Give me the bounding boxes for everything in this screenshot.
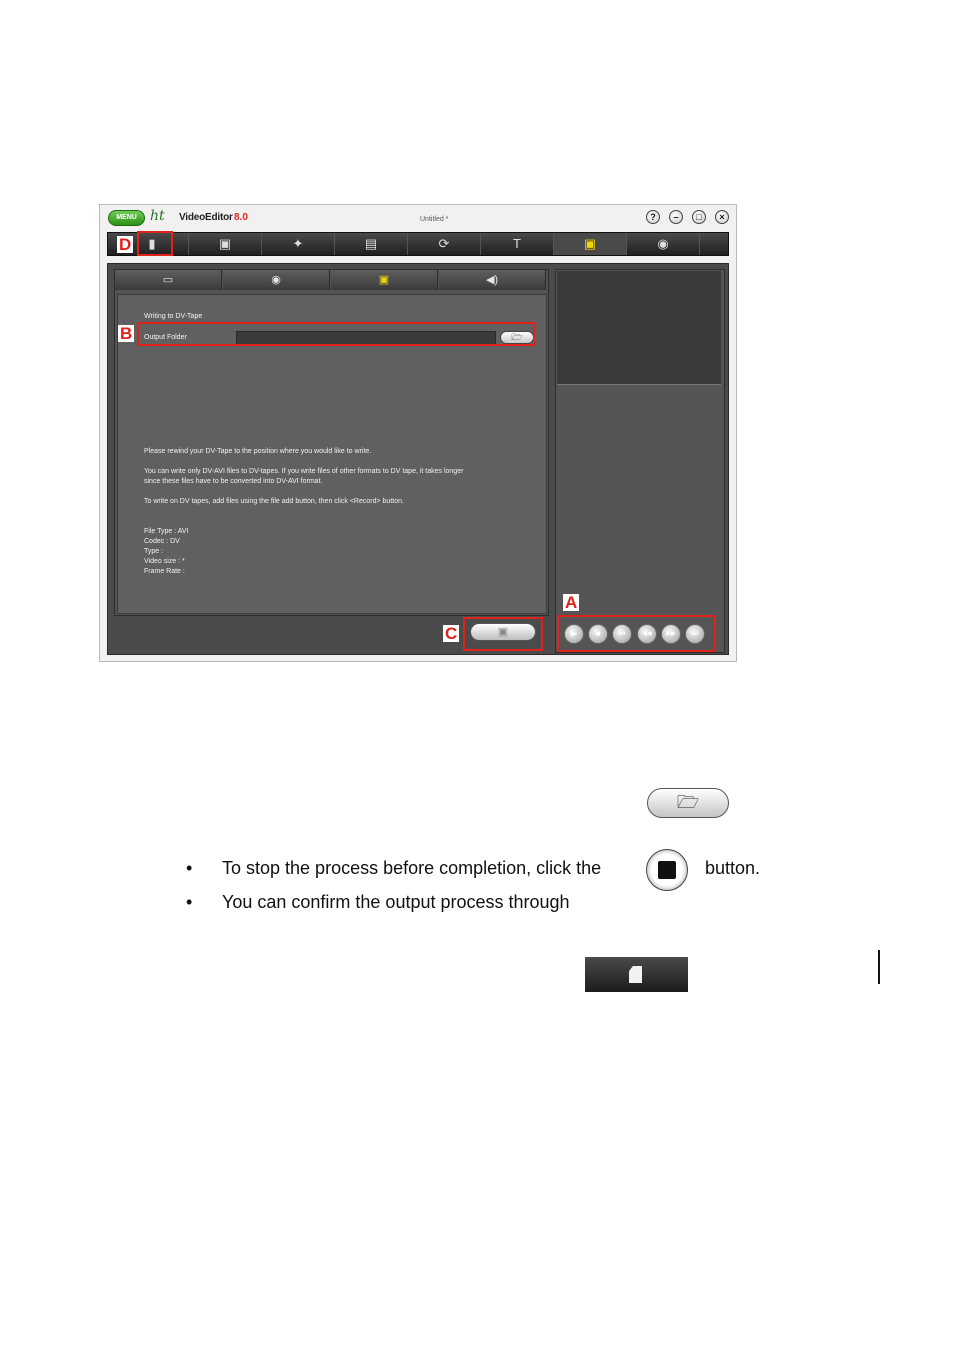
bullet-confirm-text: You can confirm the output process throu… (222, 892, 570, 912)
text-icon[interactable]: T (481, 233, 554, 255)
logo-ht: ht (150, 208, 165, 224)
bullet-glyph: • (186, 858, 193, 878)
film-strip-icon[interactable]: ▭ (115, 270, 222, 290)
callout-box-b (137, 322, 535, 346)
minimize-icon[interactable]: – (669, 210, 683, 224)
disc-burn-icon[interactable]: ◉ (627, 233, 700, 255)
callout-label-d: D (117, 235, 134, 254)
change-bar (878, 950, 880, 984)
spec-type: Type : (144, 548, 164, 555)
transition-icon[interactable]: ⟳ (408, 233, 481, 255)
document-title: Untitled * (420, 216, 449, 223)
spec-codec: Codec : DV (144, 538, 180, 545)
menu-button[interactable]: MENU (108, 210, 145, 226)
dv-tape-icon[interactable]: ▣ (331, 270, 438, 290)
audio-icon[interactable]: ◀) (439, 270, 546, 290)
callout-box-d (137, 231, 173, 256)
info-record: To write on DV tapes, add files using th… (144, 498, 404, 505)
callout-box-a (557, 615, 716, 652)
capture-icon[interactable]: ▣ (189, 233, 262, 255)
callout-label-b: B (118, 324, 135, 343)
maximize-icon[interactable]: □ (692, 210, 706, 224)
preview-screen (557, 271, 721, 385)
close-icon[interactable]: × (715, 210, 729, 224)
new-project-icon (629, 966, 642, 983)
bullet-stop-suffix: button. (705, 858, 761, 878)
save-output-icon[interactable]: ▣ (554, 233, 627, 255)
disc-output-icon[interactable]: ◉ (223, 270, 330, 290)
timeline-icon[interactable]: ▤ (335, 233, 408, 255)
title-bar: MENU ht VideoEditor 8.0 Untitled * ? – □… (100, 205, 736, 231)
preview-panel (555, 269, 725, 653)
info-rewind: Please rewind your DV-Tape to the positi… (144, 448, 372, 455)
effects-wand-icon[interactable]: ✦ (262, 233, 335, 255)
spec-video-size: Video size : * (144, 558, 185, 565)
logo-version: 8.0 (234, 212, 248, 223)
panel-heading: Writing to DV-Tape (144, 313, 203, 320)
folder-open-icon: 🗁 (647, 788, 729, 818)
help-icon[interactable]: ? (646, 210, 660, 224)
app-screenshot: MENU ht VideoEditor 8.0 Untitled * ? – □… (99, 204, 737, 662)
callout-label-a: A (563, 593, 580, 612)
callout-label-c: C (443, 624, 460, 643)
info-dv-avi-1: You can write only DV-AVI files to DV-ta… (144, 468, 464, 475)
spec-frame-rate: Frame Rate : (144, 568, 185, 575)
info-dv-avi-2: since these files have to be converted i… (144, 478, 323, 485)
bullet-glyph: • (186, 892, 193, 912)
logo-name: VideoEditor (179, 212, 233, 223)
stop-icon-square (658, 861, 676, 879)
bullet-stop-text: To stop the process before completion, c… (222, 858, 602, 878)
callout-box-c (463, 617, 543, 651)
spec-file-type: File Type : AVI (144, 528, 189, 535)
main-toolbar: ▮ ▣ ✦ ▤ ⟳ T ▣ ◉ (107, 232, 729, 256)
